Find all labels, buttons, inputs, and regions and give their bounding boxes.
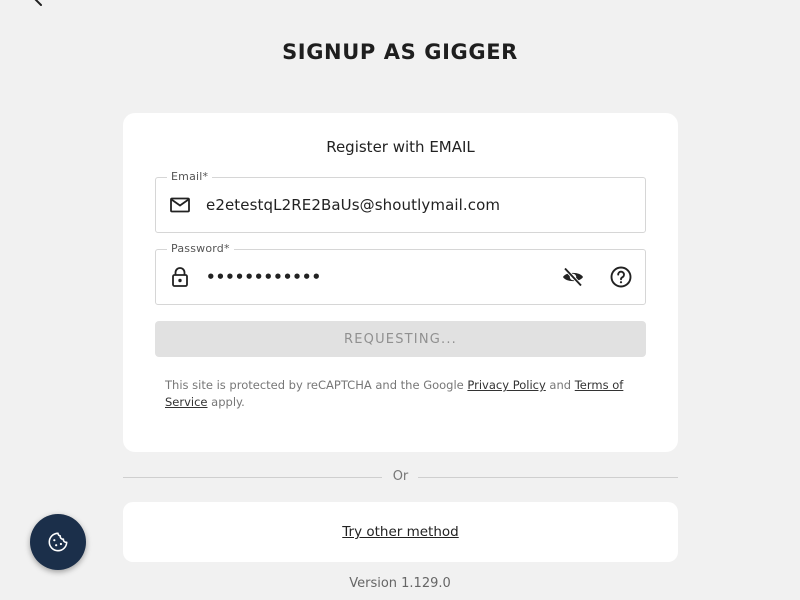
back-arrow-icon: [34, 0, 47, 6]
register-card: Register with EMAIL Email* e2etestqL2RE2…: [123, 113, 678, 452]
email-field[interactable]: Email* e2etestqL2RE2BaUs@shoutlymail.com: [155, 170, 646, 233]
alt-method-card: Try other method: [123, 502, 678, 562]
legal-middle: and: [545, 378, 575, 392]
register-heading: Register with EMAIL: [326, 138, 475, 156]
help-circle-icon[interactable]: [609, 265, 633, 289]
password-value: ••••••••••••: [206, 268, 322, 286]
legal-suffix: apply.: [207, 395, 245, 409]
or-divider: Or: [123, 469, 678, 484]
try-other-method-link[interactable]: Try other method: [342, 524, 458, 540]
privacy-policy-link[interactable]: Privacy Policy: [467, 378, 545, 392]
back-button[interactable]: [30, 0, 52, 10]
eye-off-icon[interactable]: [561, 265, 585, 289]
version-label: Version 1.129.0: [349, 576, 451, 591]
lock-icon: [172, 267, 188, 287]
cookie-icon: [48, 532, 68, 552]
email-value: e2etestqL2RE2BaUs@shoutlymail.com: [206, 196, 501, 214]
recaptcha-notice: This site is protected by reCAPTCHA and …: [165, 377, 635, 411]
legal-prefix: This site is protected by reCAPTCHA and …: [165, 378, 468, 392]
password-field[interactable]: Password* ••••••••••••: [155, 242, 646, 305]
cookie-settings-button[interactable]: [30, 514, 86, 570]
page-title: SIGNUP AS GIGGER: [282, 40, 518, 64]
divider-label: Or: [392, 469, 409, 484]
mail-icon: [170, 197, 190, 213]
submit-button[interactable]: REQUESTING...: [155, 321, 646, 357]
